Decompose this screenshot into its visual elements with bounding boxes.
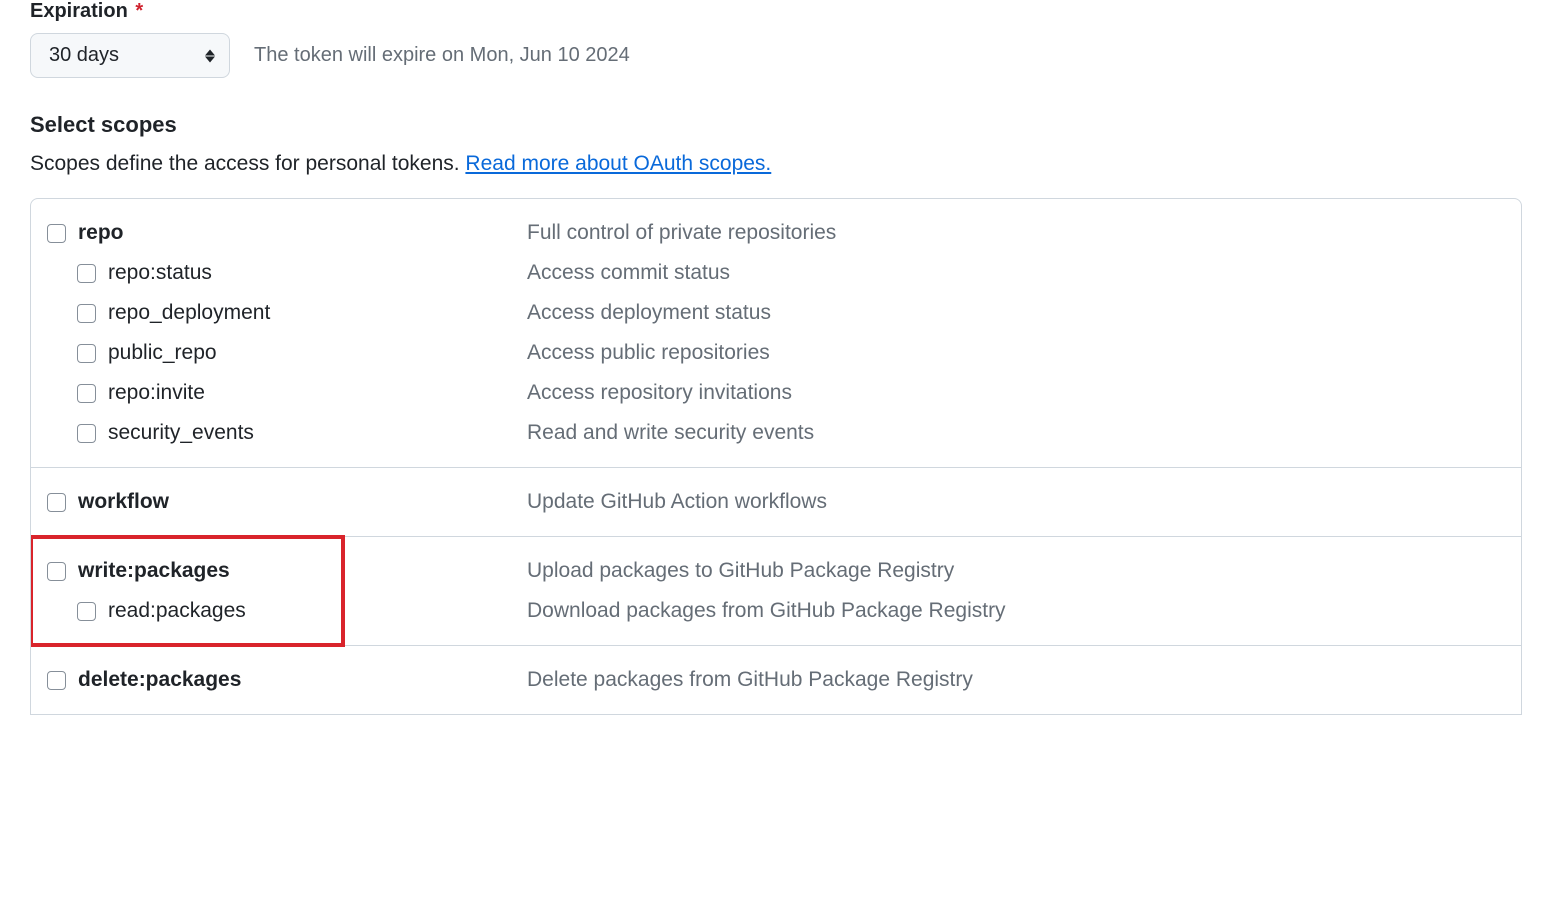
select-caret-icon — [205, 49, 215, 62]
scope-left: public_repo — [77, 341, 527, 365]
scope-description: Download packages from GitHub Package Re… — [527, 599, 1006, 623]
expiration-label-text: Expiration — [30, 0, 128, 22]
select-scopes-heading: Select scopes — [30, 112, 1522, 138]
scope-row-child: public_repo Access public repositories — [47, 333, 1505, 373]
scope-checkbox[interactable] — [77, 602, 96, 621]
scopes-box: repo Full control of private repositories… — [30, 198, 1522, 715]
scope-group: delete:packages Delete packages from GitH… — [31, 646, 1521, 714]
scope-left: repo:status — [77, 261, 527, 285]
scope-name[interactable]: repo:status — [108, 261, 212, 285]
scope-row-child: security_events Read and write security e… — [47, 413, 1505, 453]
scope-row-parent: workflow Update GitHub Action workflows — [47, 482, 1505, 522]
scope-left: repo_deployment — [77, 301, 527, 325]
scope-row-parent: repo Full control of private repositories — [47, 213, 1505, 253]
expiration-label: Expiration * — [30, 0, 1522, 23]
scope-left: security_events — [77, 421, 527, 445]
scope-left: workflow — [47, 490, 527, 514]
scope-checkbox[interactable] — [77, 264, 96, 283]
scope-left: delete:packages — [47, 668, 527, 692]
scope-group: repo Full control of private repositories… — [31, 199, 1521, 468]
scope-name[interactable]: repo:invite — [108, 381, 205, 405]
scope-checkbox[interactable] — [47, 493, 66, 512]
scope-name[interactable]: read:packages — [108, 599, 246, 623]
scope-checkbox[interactable] — [47, 562, 66, 581]
scope-description: Access commit status — [527, 261, 730, 285]
scope-row-child: repo:status Access commit status — [47, 253, 1505, 293]
scope-description: Full control of private repositories — [527, 221, 836, 245]
scope-description: Access repository invitations — [527, 381, 792, 405]
scope-row-parent: write:packages Upload packages to GitHub … — [47, 551, 1505, 591]
scope-description: Read and write security events — [527, 421, 814, 445]
expiration-select-wrap: 30 days — [30, 33, 230, 78]
scope-checkbox[interactable] — [77, 344, 96, 363]
scope-name[interactable]: delete:packages — [78, 668, 241, 692]
scope-checkbox[interactable] — [47, 671, 66, 690]
scope-row-child: repo_deployment Access deployment status — [47, 293, 1505, 333]
scope-name[interactable]: public_repo — [108, 341, 217, 365]
scopes-description: Scopes define the access for personal to… — [30, 152, 1522, 176]
scope-name[interactable]: repo_deployment — [108, 301, 270, 325]
scope-description: Access public repositories — [527, 341, 770, 365]
scope-name[interactable]: workflow — [78, 490, 169, 514]
scope-checkbox[interactable] — [47, 224, 66, 243]
scope-description: Upload packages to GitHub Package Regist… — [527, 559, 954, 583]
scope-description: Delete packages from GitHub Package Regi… — [527, 668, 973, 692]
required-star-icon: * — [135, 0, 143, 22]
scope-row-child: repo:invite Access repository invitations — [47, 373, 1505, 413]
scope-row-parent: delete:packages Delete packages from GitH… — [47, 660, 1505, 700]
scope-name[interactable]: security_events — [108, 421, 254, 445]
scope-row-child: read:packages Download packages from GitH… — [47, 591, 1505, 631]
scopes-doc-link[interactable]: Read more about OAuth scopes. — [465, 152, 771, 175]
scope-description: Update GitHub Action workflows — [527, 490, 827, 514]
scope-checkbox[interactable] — [77, 304, 96, 323]
scope-group: write:packages Upload packages to GitHub … — [31, 537, 1521, 646]
scope-group: workflow Update GitHub Action workflows — [31, 468, 1521, 537]
expiration-select[interactable]: 30 days — [30, 33, 230, 78]
scope-checkbox[interactable] — [77, 424, 96, 443]
scope-name[interactable]: write:packages — [78, 559, 230, 583]
scope-left: repo:invite — [77, 381, 527, 405]
scope-left: write:packages — [47, 559, 527, 583]
scope-checkbox[interactable] — [77, 384, 96, 403]
scope-left: repo — [47, 221, 527, 245]
expiration-hint: The token will expire on Mon, Jun 10 202… — [254, 44, 630, 67]
scopes-description-text: Scopes define the access for personal to… — [30, 152, 465, 175]
scope-description: Access deployment status — [527, 301, 771, 325]
expiration-select-value: 30 days — [49, 44, 119, 66]
scope-name[interactable]: repo — [78, 221, 124, 245]
scope-left: read:packages — [77, 599, 527, 623]
